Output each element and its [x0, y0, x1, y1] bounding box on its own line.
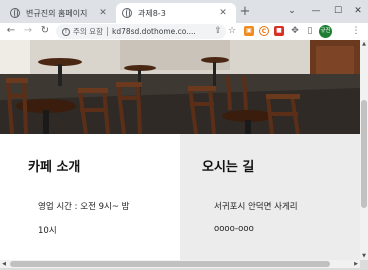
- bookmark-star-icon[interactable]: ☆: [226, 24, 238, 38]
- scrollbar-corner: [360, 260, 368, 270]
- horizontal-scroll-thumb[interactable]: [10, 261, 330, 267]
- security-label[interactable]: 주의 요함: [73, 26, 103, 37]
- business-hours-text: 영업 시간 : 오전 9시~ 밤: [38, 202, 130, 212]
- tab-home-close-icon[interactable]: ✕: [96, 8, 110, 18]
- not-secure-icon[interactable]: !: [62, 27, 70, 36]
- page-viewport: 카페 소개 영업 시간 : 오전 9시~ 밤 10시 오시는 길 서귀포시 안덕…: [0, 40, 360, 260]
- browser-toolbar: ← → ↻ ! 주의 요함 kd78sd.dothome.co.... ⇪ ☆ …: [0, 23, 368, 40]
- location-section: 오시는 길 서귀포시 안덕면 사게리 oooo-ooo: [180, 134, 360, 260]
- business-hours-continued: 10시: [38, 226, 57, 236]
- horizontal-scrollbar[interactable]: ◀ ▶: [0, 260, 360, 268]
- extension-orange-icon[interactable]: ▣: [244, 26, 254, 36]
- tab-strip: 변규진의 홈페이지 ✕ 과제8-3 ✕ + ⌄ — ☐ ✕: [0, 0, 368, 23]
- address-divider: [106, 27, 108, 36]
- location-title: 오시는 길: [202, 160, 255, 175]
- address-detail: oooo-ooo: [214, 224, 254, 234]
- new-tab-button[interactable]: +: [238, 5, 252, 19]
- extension-c-icon[interactable]: C: [259, 26, 269, 36]
- scroll-right-icon[interactable]: ▶: [352, 260, 360, 268]
- tab-home[interactable]: 변규진의 홈페이지 ✕: [4, 3, 116, 23]
- scroll-down-icon[interactable]: ▼: [360, 252, 368, 260]
- tab-assignment-close-icon[interactable]: ✕: [216, 8, 230, 18]
- url-text[interactable]: kd78sd.dothome.co....: [112, 27, 196, 36]
- vertical-scrollbar[interactable]: ▲ ▼: [360, 40, 368, 260]
- tab-assignment[interactable]: 과제8-3 ✕: [116, 3, 236, 23]
- cafe-interior-illustration: [0, 40, 360, 134]
- side-panel-icon[interactable]: ▯: [304, 24, 316, 38]
- tab-assignment-title: 과제8-3: [138, 8, 166, 18]
- cafe-intro-title: 카페 소개: [28, 160, 81, 175]
- forward-button[interactable]: →: [21, 24, 35, 38]
- close-window-button[interactable]: ✕: [348, 4, 368, 18]
- share-icon[interactable]: ⇪: [212, 24, 224, 38]
- extension-red-icon[interactable]: ■: [274, 26, 284, 36]
- back-button[interactable]: ←: [4, 24, 18, 38]
- extensions-puzzle-icon[interactable]: ✥: [289, 24, 301, 38]
- cafe-hero-image: [0, 40, 360, 134]
- globe-icon: [122, 8, 132, 18]
- tab-home-title: 변규진의 홈페이지: [26, 8, 88, 18]
- reload-button[interactable]: ↻: [38, 24, 52, 38]
- scroll-left-icon[interactable]: ◀: [0, 260, 8, 268]
- tab-search-icon[interactable]: ⌄: [282, 4, 302, 18]
- globe-icon: [10, 8, 20, 18]
- address-text: 서귀포시 안덕면 사게리: [214, 202, 298, 212]
- maximize-button[interactable]: ☐: [328, 4, 348, 18]
- address-bar[interactable]: ! 주의 요함 kd78sd.dothome.co....: [56, 24, 226, 39]
- vertical-scroll-thumb[interactable]: [361, 100, 367, 208]
- menu-kebab-icon[interactable]: ⋮: [350, 24, 362, 38]
- scroll-up-icon[interactable]: ▲: [360, 40, 368, 48]
- profile-avatar[interactable]: 규진: [319, 25, 332, 38]
- cafe-intro-section: 카페 소개 영업 시간 : 오전 9시~ 밤 10시: [0, 134, 180, 260]
- minimize-button[interactable]: —: [306, 4, 326, 18]
